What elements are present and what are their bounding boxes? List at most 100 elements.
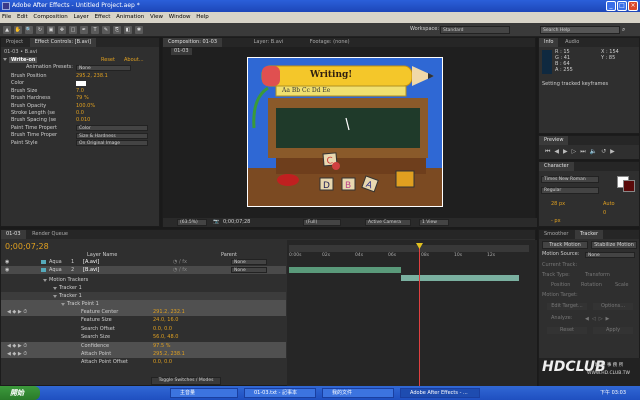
tracker-tree-row[interactable]: Tracker 1 [1,292,286,300]
maximize-button[interactable]: □ [617,1,627,11]
tracker-tree-row[interactable]: Motion Trackers [1,276,286,284]
eye-icon[interactable]: ◉ [5,258,9,266]
menu-animation[interactable]: Animation [116,14,144,20]
view-layout-select[interactable]: 1 View [419,219,449,226]
keyframe-nav-icon[interactable]: ◀ ◆ ▶ ⏱ [7,350,27,358]
fx-prop-value[interactable]: On Original Image [76,140,148,147]
position-checkbox[interactable]: Position [551,282,570,289]
menu-edit[interactable]: Edit [17,14,28,20]
menu-view[interactable]: View [150,14,163,20]
close-button[interactable]: × [628,1,638,11]
expand-icon[interactable] [43,279,47,282]
switches-icon[interactable]: ◔ / fx [173,266,187,274]
fx-prop-value[interactable]: Color [76,125,148,132]
track-point-prop-row[interactable]: Search Offset 0.0, 0.0 [1,325,286,333]
resolution-select[interactable]: (Full) [303,219,341,226]
search-help-input[interactable]: Search Help [540,26,620,34]
eraser-tool-icon[interactable]: ◧ [124,26,132,34]
menu-file[interactable]: File [2,14,11,20]
fx-prop-value[interactable]: Size & Hardness [76,132,148,139]
timeline-graph[interactable]: 0:00s 02s 04s 06s 08s 10s 12s [287,240,537,387]
tab-character[interactable]: Character [539,162,574,171]
rotate-tool-icon[interactable]: ↻ [36,26,44,34]
expand-icon[interactable] [53,287,57,290]
comp-timecode[interactable]: 0;00;07;28 [223,219,250,226]
zoom-tool-icon[interactable]: 🔍 [25,26,33,34]
track-point-prop-row[interactable]: ◀ ◆ ▶ ⏱ Feature Center 291.2, 232.1 [1,308,286,316]
brush-tool-icon[interactable]: ✎ [102,26,110,34]
task-notepad[interactable]: 01-03.txt - 記事本 [244,388,316,398]
rotation-checkbox[interactable]: Rotation [581,282,602,289]
timeline-timecode[interactable]: 0;00;07;28 [5,242,49,251]
camera-select[interactable]: Active Camera [365,219,411,226]
track-point-prop-row[interactable]: ◀ ◆ ▶ ⏱ Attach Point 295.2, 238.1 [1,350,286,358]
menu-help[interactable]: Help [196,14,209,20]
layer-1-bar[interactable] [289,267,401,273]
fx-prop-value[interactable]: 7.0 [76,88,84,95]
track-point-prop-row[interactable]: Feature Size 24.0, 16.0 [1,316,286,324]
selection-tool-icon[interactable]: ▲ [3,26,11,34]
tab-composition[interactable]: Composition: 01-03 [163,38,223,47]
expand-icon[interactable] [3,58,7,61]
tab-tracker[interactable]: Tracker [575,230,604,239]
fx-prop-value[interactable]: 0.0 [76,110,84,117]
eye-icon[interactable]: ◉ [5,266,9,274]
parent-select[interactable]: None [231,267,267,273]
leading-value[interactable]: Auto [603,201,615,208]
toggle-switches-modes-button[interactable]: Toggle Switches / Modes [151,377,221,385]
puppet-tool-icon[interactable]: ✱ [135,26,143,34]
track-point-prop-value[interactable]: 0.0, 0.0 [153,358,172,366]
mask-tool-icon[interactable]: □ [69,26,77,34]
camera-tool-icon[interactable]: ▣ [47,26,55,34]
track-point-prop-value[interactable]: 97.5 % [153,342,170,350]
tab-audio[interactable]: Audio [560,38,584,47]
text-tool-icon[interactable]: T [91,26,99,34]
label-color-swatch[interactable] [41,260,46,264]
parent-select[interactable]: None [231,259,267,265]
track-point-prop-row[interactable]: Attach Point Offset 0.0, 0.0 [1,358,286,366]
font-style-select[interactable]: Regular [541,187,599,194]
start-button[interactable]: 開始 [0,386,40,400]
task-volume[interactable]: 主音量 [170,388,238,398]
timeline-layer-row[interactable]: ◉ Aqua 2 [B.avi] ◔ / fx None [1,266,286,274]
track-point-prop-value[interactable]: 0.0, 0.0 [153,325,172,333]
track-type-value[interactable]: Transform [585,272,610,279]
switches-icon[interactable]: ◔ / fx [173,258,187,266]
comp-viewer[interactable]: C D B A Writing! Aa Bb Cc Dd Ee [247,57,443,207]
scale-checkbox[interactable]: Scale [615,282,628,289]
tracker-reset-button[interactable]: Reset [547,327,587,334]
edit-target-button[interactable]: Edit Target... [547,303,587,310]
stroke-width-value[interactable]: - px [551,218,561,225]
task-after-effects[interactable]: Adobe After Effects - ... [400,388,480,398]
task-my-documents[interactable]: 我的文件 [322,388,394,398]
effect-name[interactable]: Write-on [9,57,38,63]
fx-prop-value[interactable]: 79 % [76,95,89,102]
track-point-prop-value[interactable]: 56.0, 48.0 [153,333,178,341]
clone-tool-icon[interactable]: ⎘ [113,26,121,34]
anim-presets-select[interactable]: None [76,65,131,71]
tracker-tree-row[interactable]: Tracker 1 [1,284,286,292]
track-point-prop-value[interactable]: 291.2, 232.1 [153,308,185,316]
pan-behind-tool-icon[interactable]: ✥ [58,26,66,34]
current-time-indicator[interactable] [419,243,420,387]
menu-window[interactable]: Window [169,14,191,20]
expand-icon[interactable] [61,303,65,306]
keyframe-nav-icon[interactable]: ◀ ◆ ▶ ⏱ [7,342,27,350]
tab-effect-controls[interactable]: Effect Controls: [B.avi] [29,38,96,47]
label-color-swatch[interactable] [41,268,46,272]
timeline-layer-row[interactable]: ◉ Aqua 1 [A.avi] ◔ / fx None [1,258,286,266]
work-area-bar[interactable] [289,245,529,252]
keyframe-nav-icon[interactable]: ◀ ◆ ▶ ⏱ [7,308,27,316]
menu-effect[interactable]: Effect [95,14,111,20]
font-size-value[interactable]: 28 px [551,201,565,208]
fx-about-link[interactable]: About... [124,57,144,64]
fx-prop-value[interactable]: 100.0% [76,103,95,110]
stroke-color-swatch[interactable] [623,180,635,192]
expand-icon[interactable] [53,295,57,298]
tab-info[interactable]: Info [539,38,559,47]
analyze-buttons[interactable]: ◀◁▷▶ [585,316,612,322]
motion-source-select[interactable]: None [585,252,635,258]
hand-tool-icon[interactable]: ✋ [14,26,22,34]
camera-snapshot-icon[interactable]: 📷 [213,219,219,225]
track-point-prop-row[interactable]: Search Size 56.0, 48.0 [1,333,286,341]
